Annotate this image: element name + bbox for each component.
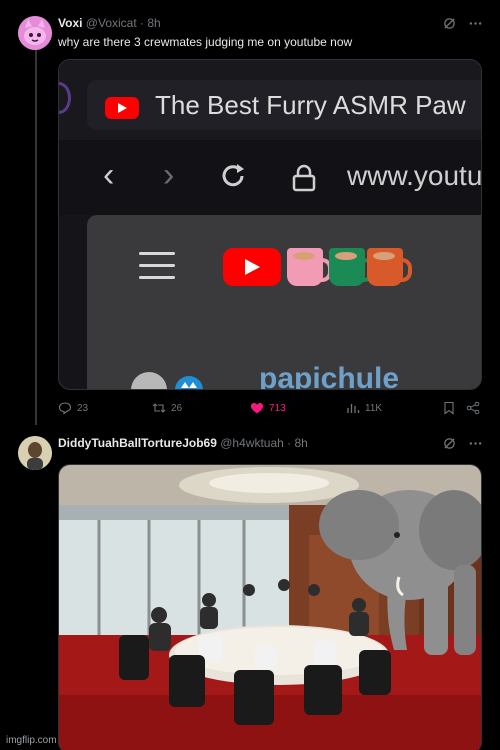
imgflip-watermark: imgflip.com [6,735,57,746]
more-icon[interactable] [468,16,482,30]
reload-icon [217,160,249,198]
post-time[interactable]: 8h [147,16,160,30]
lock-icon [292,164,316,192]
post-top-icons [442,436,482,450]
post-voxi: Voxi @Voxicat · 8h why are there 3 crewm… [0,0,500,430]
post-text: why are there 3 crewmates judging me on … [58,35,353,49]
post-header: Voxi @Voxicat · 8h [58,16,161,30]
views-icon [347,404,360,413]
grok-icon[interactable] [442,16,456,30]
post-time[interactable]: 8h [295,436,308,450]
youtube-tab-icon [105,97,139,119]
reply-count: 23 [77,402,89,414]
bookmark-icon [444,401,454,415]
user-handle[interactable]: @h4wktuah [220,436,284,450]
repost-icon [152,403,166,413]
separator: · [287,436,292,450]
green-mug-icon [329,248,374,286]
address-url: www.youtu [347,160,482,191]
back-icon: ‹ [103,156,115,194]
heart-icon [251,403,263,414]
browser-tab-title: The Best Furry ASMR Paw [155,90,466,120]
post-diddy: DiddyTuahBallTortureJob69 @h4wktuah · 8h [0,430,500,750]
repost-button[interactable]: 26 [152,401,182,415]
separator: · [140,16,145,30]
reply-icon [58,402,72,415]
forward-icon: › [163,156,175,194]
post-header: DiddyTuahBallTortureJob69 @h4wktuah · 8h [58,436,308,450]
post-media-screenshot[interactable]: The Best Furry ASMR Paw ‹ › www.youtu pa… [58,59,482,390]
avatar[interactable] [18,436,52,470]
reply-button[interactable]: 23 [58,401,88,415]
post-media-photo[interactable] [58,464,482,750]
avatar[interactable] [18,16,52,50]
user-handle[interactable]: @Voxicat [86,16,137,30]
views-button[interactable]: 11K [346,401,382,415]
post-actions: 23 26 713 11K [58,401,482,419]
menu-icon [139,252,175,280]
display-name[interactable]: Voxi [58,16,82,30]
share-button[interactable] [466,401,480,415]
post-top-icons [442,16,482,30]
display-name[interactable]: DiddyTuahBallTortureJob69 [58,436,217,450]
like-count: 713 [269,402,286,414]
views-count: 11K [365,402,383,414]
channel-name-fragment: papichule [259,362,400,390]
bookmark-button[interactable] [442,401,456,415]
pink-mug-icon [287,248,332,286]
repost-count: 26 [171,402,183,414]
like-button[interactable]: 713 [250,401,286,415]
share-icon [466,401,480,415]
meeting-room-elephant-photo [59,465,481,750]
orange-mug-icon [367,248,412,286]
youtube-logo-icon [223,248,281,286]
grok-icon[interactable] [442,436,456,450]
more-icon[interactable] [468,436,482,450]
